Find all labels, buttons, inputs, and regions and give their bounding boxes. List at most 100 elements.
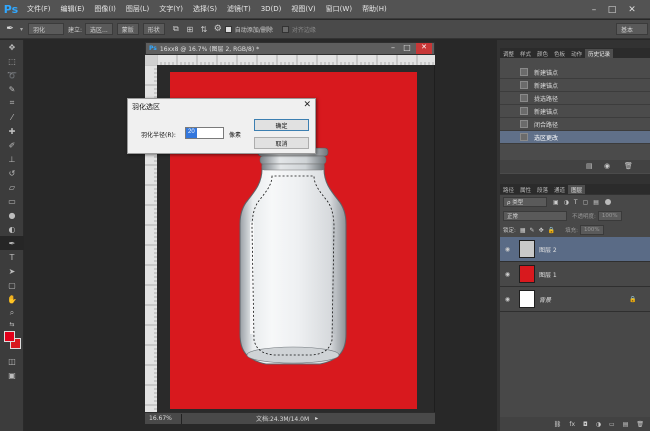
blend-mode-dropdown[interactable]: 正常 xyxy=(503,211,567,221)
menu-help[interactable]: 帮助(H) xyxy=(357,4,392,14)
trash-icon[interactable]: 🗑 xyxy=(636,421,644,428)
dodge-tool-icon[interactable]: ◐ xyxy=(0,222,24,236)
swap-colors-icon[interactable]: ⇆ xyxy=(0,320,24,328)
type-tool-icon[interactable]: T xyxy=(0,250,24,264)
filter-adjust-icon[interactable]: ◑ xyxy=(564,199,569,206)
tab-history[interactable]: 历史记录 xyxy=(585,49,614,58)
lock-paint-icon[interactable]: ✎ xyxy=(530,227,535,234)
visibility-eye-icon[interactable]: ◉ xyxy=(500,271,515,278)
adjustment-layer-icon[interactable]: ◑ xyxy=(596,421,601,428)
blur-tool-icon[interactable]: ● xyxy=(0,208,24,222)
selection-button[interactable]: 选区... xyxy=(85,23,113,35)
maximize-icon[interactable]: □ xyxy=(604,0,620,19)
eraser-tool-icon[interactable]: ▱ xyxy=(0,180,24,194)
status-menu-icon[interactable]: ▸ xyxy=(315,415,318,422)
new-document-icon[interactable]: ▤ xyxy=(586,162,593,170)
menu-layer[interactable]: 图层(L) xyxy=(121,4,154,14)
menu-select[interactable]: 选择(S) xyxy=(188,4,222,14)
workspace-switcher[interactable]: 基本 xyxy=(616,23,648,35)
camera-icon[interactable]: ◉ xyxy=(604,162,610,170)
minimize-icon[interactable]: – xyxy=(586,0,602,19)
path-align-icon[interactable]: ⊞ xyxy=(183,25,197,34)
ruler-origin[interactable] xyxy=(145,55,157,65)
filter-toggle[interactable] xyxy=(604,199,611,205)
path-arrange-icon[interactable]: ⇅ xyxy=(197,25,211,34)
hand-tool-icon[interactable]: ✋ xyxy=(0,292,24,306)
auto-add-delete-checkbox[interactable] xyxy=(224,25,232,33)
move-tool-icon[interactable]: ✥ xyxy=(0,40,24,54)
lasso-tool-icon[interactable]: ➰ xyxy=(0,68,24,82)
healing-tool-icon[interactable]: ✚ xyxy=(0,124,24,138)
tab-paragraph[interactable]: 段落 xyxy=(534,185,551,194)
stamp-tool-icon[interactable]: ⊥ xyxy=(0,152,24,166)
tab-color[interactable]: 颜色 xyxy=(534,49,551,58)
fill-input[interactable]: 100% xyxy=(579,225,604,235)
close-icon[interactable]: ✕ xyxy=(624,0,640,19)
quick-select-tool-icon[interactable]: ✎ xyxy=(0,82,24,96)
chevron-down-icon[interactable]: ▾ xyxy=(20,26,28,33)
filter-smart-icon[interactable]: ▤ xyxy=(593,199,599,206)
foreground-color-swatch[interactable] xyxy=(4,331,15,342)
layer-row[interactable]: ◉ 图层 1 xyxy=(500,262,650,287)
align-edges-checkbox[interactable] xyxy=(281,25,289,33)
screen-mode-icon[interactable]: ▣ xyxy=(0,368,24,382)
tab-layers[interactable]: 图层 xyxy=(568,185,586,194)
zoom-level[interactable]: 16.67% xyxy=(145,415,181,422)
path-select-tool-icon[interactable]: ➤ xyxy=(0,264,24,278)
history-item[interactable]: 新建锚点 xyxy=(500,105,650,118)
mask-button[interactable]: 蒙版 xyxy=(116,23,139,35)
pen-tool-icon[interactable]: ✒ xyxy=(0,236,24,250)
trash-icon[interactable]: 🗑 xyxy=(624,162,633,170)
menu-type[interactable]: 文字(Y) xyxy=(154,4,188,14)
zoom-tool-icon[interactable]: ⌕ xyxy=(0,306,24,320)
filter-type-icon[interactable]: T xyxy=(574,199,578,206)
menu-file[interactable]: 文件(F) xyxy=(22,4,56,14)
tab-styles[interactable]: 样式 xyxy=(517,49,534,58)
menu-filter[interactable]: 滤镜(T) xyxy=(222,4,256,14)
new-group-icon[interactable]: ▭ xyxy=(609,421,615,428)
gear-icon[interactable]: ⚙ xyxy=(211,24,225,34)
menu-edit[interactable]: 编辑(E) xyxy=(56,4,90,14)
menu-window[interactable]: 窗口(W) xyxy=(321,4,357,14)
filter-pixel-icon[interactable]: ▣ xyxy=(553,199,559,206)
crop-tool-icon[interactable]: ⌗ xyxy=(0,96,24,110)
path-ops-icon[interactable]: ⧉ xyxy=(169,24,183,34)
menu-3d[interactable]: 3D(D) xyxy=(256,5,287,13)
menu-view[interactable]: 视图(V) xyxy=(286,4,320,14)
tab-swatches[interactable]: 色板 xyxy=(551,49,568,58)
opacity-input[interactable]: 100% xyxy=(597,211,622,221)
layer-row[interactable]: ◉ 背景 🔒 xyxy=(500,287,650,312)
layer-filter-dropdown[interactable]: ρ 类型 xyxy=(503,197,547,207)
visibility-eye-icon[interactable]: ◉ xyxy=(500,296,515,303)
feather-radius-input[interactable]: 20 xyxy=(185,127,224,139)
brush-tool-icon[interactable]: ✐ xyxy=(0,138,24,152)
tab-actions[interactable]: 动作 xyxy=(568,49,585,58)
quick-mask-icon[interactable]: ◫ xyxy=(0,354,24,368)
document-tab[interactable]: Ps 16xx8 @ 16.7% (图层 2, RGB/8) * – □ ✕ xyxy=(145,42,435,55)
tab-channels[interactable]: 通道 xyxy=(551,185,568,194)
gradient-tool-icon[interactable]: ▭ xyxy=(0,194,24,208)
add-mask-icon[interactable]: ◘ xyxy=(583,421,588,428)
tab-adjustments[interactable]: 调整 xyxy=(500,49,517,58)
doc-maximize-icon[interactable]: □ xyxy=(400,43,414,52)
layer-style-icon[interactable]: fx xyxy=(569,421,575,428)
tab-paths[interactable]: 路径 xyxy=(500,185,517,194)
history-item-selected[interactable]: 选区更改 xyxy=(500,131,650,144)
ok-button[interactable]: 确定 xyxy=(254,119,309,131)
menu-image[interactable]: 图像(I) xyxy=(89,4,121,14)
lock-move-icon[interactable]: ✥ xyxy=(539,227,544,234)
tab-properties[interactable]: 属性 xyxy=(517,185,534,194)
visibility-eye-icon[interactable]: ◉ xyxy=(500,246,515,253)
close-icon[interactable]: ✕ xyxy=(303,100,311,110)
history-item[interactable]: 闭合路径 xyxy=(500,118,650,131)
history-item[interactable]: 拢选路径 xyxy=(500,92,650,105)
doc-minimize-icon[interactable]: – xyxy=(386,43,400,52)
pen-tool-icon[interactable]: ✒ xyxy=(0,24,20,34)
cancel-button[interactable]: 取消 xyxy=(254,137,309,149)
history-item[interactable]: 新建锚点 xyxy=(500,66,650,79)
history-brush-icon[interactable]: ↺ xyxy=(0,166,24,180)
lock-all-icon[interactable]: 🔒 xyxy=(548,227,555,234)
history-item[interactable]: 新建锚点 xyxy=(500,79,650,92)
link-layers-icon[interactable]: ⛓ xyxy=(554,421,562,428)
marquee-tool-icon[interactable]: ⬚ xyxy=(0,54,24,68)
